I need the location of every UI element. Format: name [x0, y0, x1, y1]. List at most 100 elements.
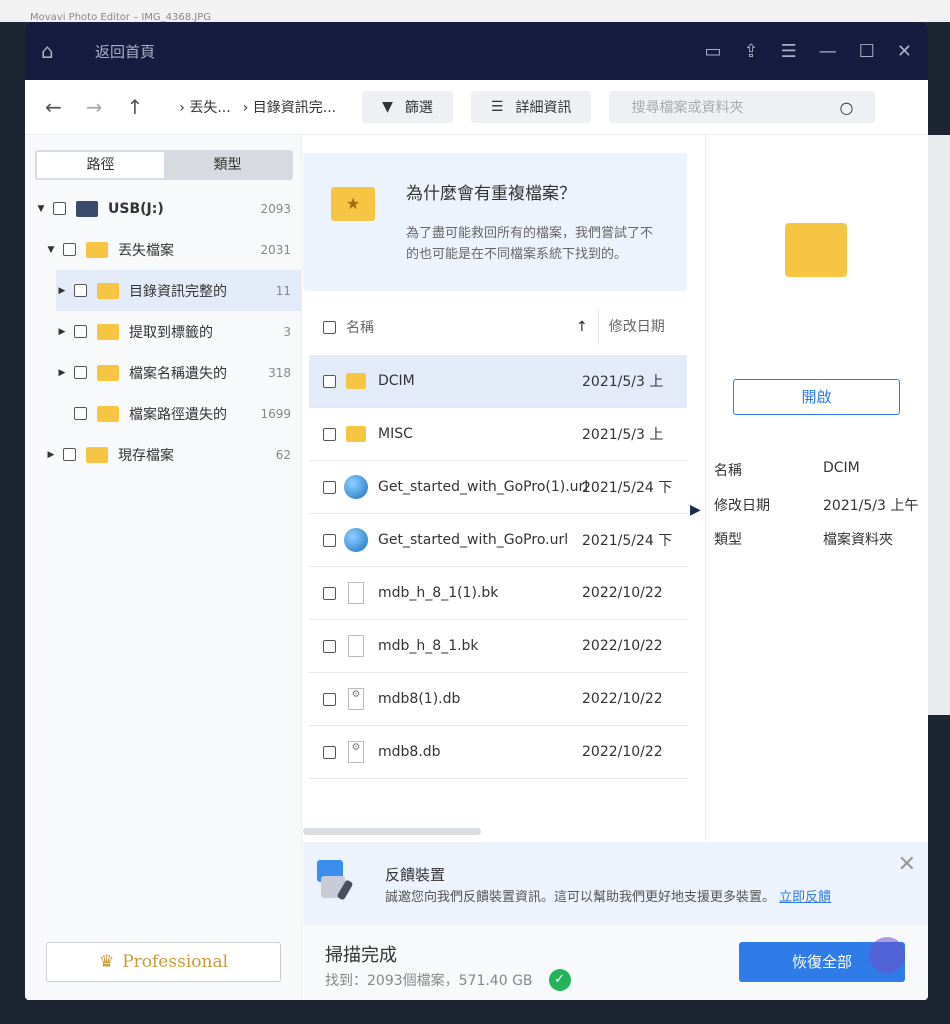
status-bar: 掃描完成 找到：2093個檔案，571.40 GB ✓ 恢復全部 — [303, 925, 928, 1000]
tree-item[interactable]: ▶ 檔案名稱遺失的 318 — [25, 352, 301, 393]
item-checkbox[interactable] — [63, 448, 76, 461]
file-list-panel: ★ 為什麼會有重複檔案？ 為了盡可能救回所有的檔案，我們嘗試了不 的也可能是在不同… — [303, 135, 687, 865]
check-icon: ✓ — [548, 969, 571, 991]
info-title: 為什麼會有重複檔案？ — [406, 184, 576, 204]
tree-label: USB(J:) — [108, 200, 164, 217]
details-button[interactable]: ☰ 詳細資訊 — [470, 91, 592, 123]
detail-value: 檔案資料夾 — [823, 532, 893, 548]
item-checkbox[interactable] — [74, 325, 87, 338]
tree-item[interactable]: ▶ 提取到標籤的 3 — [25, 311, 301, 352]
folder-icon — [346, 426, 366, 442]
menu-icon[interactable]: ☰ — [781, 41, 797, 62]
file-icon — [348, 582, 364, 604]
home-icon[interactable]: ⌂ — [41, 39, 65, 63]
details-panel: 開啟 名稱 DCIM 修改日期 2021/5/3 上午 類型 檔案資料夾 — [705, 135, 928, 865]
filter-button[interactable]: ▼ 篩選 — [362, 91, 453, 123]
tree-label: 目錄資訊完整的 — [129, 283, 227, 300]
back-arrow-icon[interactable]: ← — [45, 95, 62, 119]
upload-icon[interactable]: ⇪ — [744, 41, 759, 62]
maximize-icon[interactable]: ☐ — [859, 41, 875, 62]
sort-up-icon[interactable]: ↑ — [576, 319, 588, 335]
select-all-checkbox[interactable] — [323, 320, 336, 334]
close-icon[interactable]: ✕ — [897, 41, 912, 62]
expand-icon[interactable]: ▶ — [56, 286, 68, 296]
feedback-banner: 反饋裝置 誠邀您向我們反饋裝置資訊。這可以幫助我們更好地支援更多裝置。 立即反饋… — [303, 842, 928, 925]
tab-type[interactable]: 類型 — [164, 152, 291, 178]
title-bar: ⌂ 返回首頁 ▭ ⇪ ☰ — ☐ ✕ — [25, 22, 928, 80]
detail-key: 名稱 — [714, 463, 742, 479]
row-checkbox[interactable] — [323, 533, 336, 547]
expand-icon[interactable]: ▶ — [56, 368, 68, 378]
search-input[interactable]: 搜尋檔案或資料夾 ○ — [609, 91, 876, 123]
tree-item[interactable]: ▼ USB(J:) 2093 — [25, 188, 301, 229]
forward-arrow-icon[interactable]: → — [86, 95, 103, 119]
feedback-icon[interactable]: ▭ — [705, 41, 722, 62]
crumb-label: 目錄資訊完... — [252, 100, 337, 116]
expand-icon[interactable]: ▶ — [56, 327, 68, 337]
item-checkbox[interactable] — [74, 284, 87, 297]
file-row[interactable]: ⚙ mdb8(1).db 2022/10/22 — [309, 673, 687, 726]
tree-count: 3 — [283, 324, 291, 339]
column-name[interactable]: 名稱 — [346, 317, 576, 337]
tree-item[interactable]: ▼ 丟失檔案 2031 — [25, 229, 301, 270]
detail-value: 2021/5/3 上午 — [823, 498, 919, 514]
file-icon — [348, 635, 364, 657]
file-row[interactable]: MISC 2021/5/3 上 — [309, 408, 687, 461]
row-checkbox[interactable] — [323, 745, 336, 759]
breadcrumb-lost[interactable]: › 丟失... — [179, 97, 230, 117]
row-checkbox[interactable] — [323, 639, 336, 653]
row-checkbox[interactable] — [323, 427, 336, 441]
item-checkbox[interactable] — [53, 202, 66, 215]
file-row[interactable]: DCIM 2021/5/3 上 — [309, 355, 687, 408]
row-checkbox[interactable] — [323, 374, 336, 388]
tree-item[interactable]: ▶ 現存檔案 62 — [25, 434, 301, 475]
expand-icon[interactable]: ▼ — [35, 204, 47, 214]
open-button[interactable]: 開啟 — [733, 379, 900, 415]
breadcrumb-current[interactable]: › 目錄資訊完... — [243, 97, 336, 117]
tree-label: 丟失檔案 — [118, 242, 174, 259]
file-date: 2022/10/22 — [582, 744, 663, 760]
feedback-link[interactable]: 立即反饋 — [779, 890, 831, 905]
file-row[interactable]: ⚙ mdb8.db 2022/10/22 — [309, 726, 687, 779]
tab-path[interactable]: 路徑 — [37, 152, 164, 178]
tree-item[interactable]: ▶ 目錄資訊完整的 11 — [56, 270, 301, 311]
expand-icon[interactable]: ▶ — [45, 450, 57, 460]
up-arrow-icon[interactable]: ↑ — [127, 95, 144, 119]
row-checkbox[interactable] — [323, 586, 336, 600]
file-row[interactable]: Get_started_with_GoPro(1).url 2021/5/24 下 — [309, 461, 687, 514]
info-line: 的也可能是在不同檔案系統下找到的。 — [406, 247, 628, 262]
row-checkbox[interactable] — [323, 480, 336, 494]
usb-drive-icon — [76, 200, 98, 217]
file-date: 2022/10/22 — [582, 585, 663, 601]
file-date: 2021/5/24 下 — [582, 533, 673, 549]
item-checkbox[interactable] — [74, 407, 87, 420]
horizontal-scrollbar[interactable] — [303, 828, 481, 835]
close-banner-icon[interactable]: ✕ — [898, 852, 916, 877]
file-row[interactable]: mdb_h_8_1.bk 2022/10/22 — [309, 620, 687, 673]
tree-label: 提取到標籤的 — [129, 324, 213, 341]
item-checkbox[interactable] — [63, 243, 76, 256]
folder-icon — [86, 241, 108, 258]
detail-type: 類型 檔案資料夾 — [714, 529, 893, 549]
minimize-icon[interactable]: — — [819, 41, 837, 62]
file-row[interactable]: Get_started_with_GoPro.url 2021/5/24 下 — [309, 514, 687, 567]
file-date: 2022/10/22 — [582, 691, 663, 707]
search-icon[interactable]: ○ — [840, 98, 854, 117]
professional-button[interactable]: ♛ Professional — [46, 942, 281, 982]
row-checkbox[interactable] — [323, 692, 336, 706]
watermark-logo — [869, 937, 905, 973]
feedback-device-icon — [317, 860, 353, 900]
collapse-panel-icon[interactable]: ▶ — [690, 502, 701, 518]
expand-icon[interactable]: ▼ — [45, 245, 57, 255]
column-date[interactable]: 修改日期 — [597, 309, 665, 345]
search-placeholder: 搜尋檔案或資料夾 — [631, 100, 744, 116]
tree-count: 11 — [275, 283, 291, 298]
tree-item[interactable]: 檔案路徑遺失的 1699 — [25, 393, 301, 434]
tree-count: 1699 — [260, 406, 291, 421]
folder-icon — [86, 446, 108, 463]
background-window — [928, 135, 950, 715]
back-home-link[interactable]: 返回首頁 — [95, 41, 155, 62]
feedback-text: 誠邀您向我們反饋裝置資訊。這可以幫助我們更好地支援更多裝置。 立即反饋 — [385, 887, 885, 908]
item-checkbox[interactable] — [74, 366, 87, 379]
file-row[interactable]: mdb_h_8_1(1).bk 2022/10/22 — [309, 567, 687, 620]
